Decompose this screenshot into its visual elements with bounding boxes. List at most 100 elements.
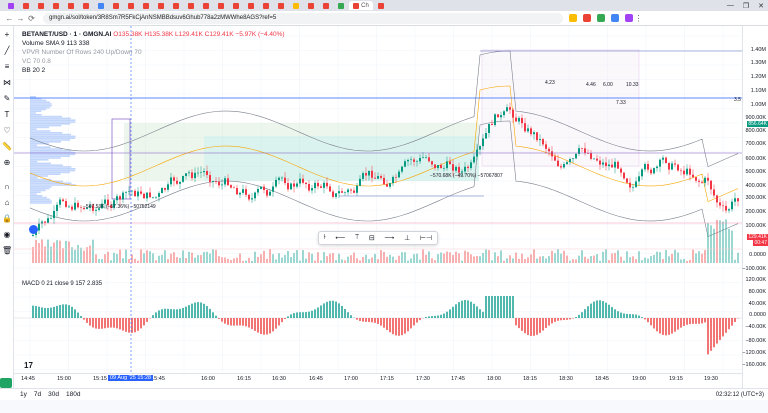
volume-bar [545,258,547,263]
maximize-button[interactable]: ❐ [743,2,749,10]
candle-body [362,173,364,179]
drawing-tool-icon[interactable]: ⊟ [369,234,375,242]
extension-icon[interactable] [611,14,619,22]
crosshair-icon[interactable]: + [2,30,12,40]
price-scale[interactable]: 1.40M 1.30M 1.20M 1.10M 1.00M 900.00K 800.00K 7… [742,26,768,388]
extension-icon[interactable] [569,14,577,22]
macd-bar [584,309,586,318]
clock-display[interactable]: 02:32:12 (UTC+3) [716,392,764,398]
macd-bar [503,296,505,318]
volume-bar [59,240,61,263]
browser-tab[interactable] [274,1,288,10]
profile-avatar[interactable] [625,14,633,22]
candle-body [32,234,34,236]
browser-tab[interactable] [4,1,18,10]
close-window-button[interactable]: ✕ [758,2,764,10]
range-7d[interactable]: 7d [34,391,41,398]
trend-line-icon[interactable]: ╱ [2,46,12,56]
url-input[interactable]: gmgn.ai/sol/token/3R8Sm7R5FkCjAnNSMBBdsu… [43,12,563,24]
browser-tab[interactable]: Ch [349,1,373,10]
drawing-tool-icon[interactable]: ⟙ [355,234,359,242]
reload-icon[interactable]: ⟳ [26,14,37,23]
extension-icon[interactable] [597,14,605,22]
volume-bar [467,251,469,263]
browser-tab[interactable] [169,1,183,10]
lock-drawings-icon[interactable]: ⌂ [2,198,12,208]
drawing-tool-icon[interactable]: ⟊ [324,234,326,242]
drawing-tool-icon[interactable]: ⟵ [335,234,345,242]
browser-tab[interactable] [109,1,123,10]
candle-body [422,157,424,158]
volume-bar [275,259,277,263]
menu-icon[interactable]: ⋮ [633,14,644,23]
browser-tab[interactable] [124,1,138,10]
drawing-tool-icon[interactable]: ⟶ [384,234,394,242]
vpvr-legend[interactable]: VPVR Number Of Rows 240 Up/Down 70 [22,48,285,57]
browser-tab[interactable] [139,1,153,10]
volume-bar [728,228,730,263]
fib-icon[interactable]: ≡ [2,62,12,72]
browser-tab[interactable] [19,1,33,10]
range-30d[interactable]: 30d [48,391,59,398]
candle-body [488,123,490,134]
volume-bar [581,250,583,263]
back-icon[interactable]: ← [4,14,15,23]
bb-legend[interactable]: BB 20 2 [22,66,285,75]
candle-body [725,205,727,211]
ruler-icon[interactable]: 📏 [2,142,12,152]
eye-icon[interactable]: ◉ [2,230,12,240]
minimize-button[interactable]: — [727,2,734,9]
candle-body [317,182,319,187]
browser-tab[interactable] [214,1,228,10]
browser-tab[interactable] [199,1,213,10]
drawing-tool-icon[interactable]: ⊢⊣ [420,234,432,242]
lock-icon[interactable]: 🔒 [2,214,12,224]
volume-bar [245,260,247,263]
volume-bar [683,258,685,263]
range-1y[interactable]: 1y [20,391,27,398]
volume-bar [509,255,511,263]
browser-tab[interactable] [79,1,93,10]
pattern-icon[interactable]: ⋈ [2,78,12,88]
range-180d[interactable]: 180d [66,391,80,398]
candle-body [722,205,724,207]
zoom-icon[interactable]: ⊕ [2,158,12,168]
browser-tab[interactable] [229,1,243,10]
browser-tab[interactable] [319,1,333,10]
brush-icon[interactable]: ✎ [2,94,12,104]
browser-tab[interactable] [304,1,318,10]
drawing-tool-icon[interactable]: ⊥ [404,234,410,242]
heart-icon[interactable]: ♡ [2,126,12,136]
extension-icon[interactable] [583,14,591,22]
browser-tab[interactable] [154,1,168,10]
volume-bar [428,251,430,263]
browser-tab[interactable] [334,1,348,10]
volume-bar [233,258,235,263]
browser-tab[interactable] [374,1,388,10]
vc-legend[interactable]: VC 70 0.8 [22,57,285,66]
browser-tab[interactable] [49,1,63,10]
symbol-title[interactable]: BETANET/USD · 1 · GMGN.AI [22,31,111,38]
status-badge[interactable] [0,378,12,388]
time-axis[interactable]: 14:45 15:00 15:15 15:45 16:00 16:15 16:30 16:45… [14,373,742,384]
volume-profile-bar [30,126,50,129]
tab-favicon-icon [293,2,299,9]
volume-legend[interactable]: Volume SMA 9 113 338 [22,39,285,48]
volume-bar [92,239,94,263]
volume-bar [308,252,310,263]
magnet-icon[interactable]: ∩ [2,182,12,192]
browser-tab[interactable] [184,1,198,10]
browser-tab[interactable] [34,1,48,10]
price-chart[interactable] [14,26,742,373]
browser-tab[interactable] [259,1,273,10]
forward-icon[interactable]: → [15,14,26,23]
candle-body [47,218,49,223]
browser-tab[interactable] [64,1,78,10]
browser-tab[interactable] [94,1,108,10]
text-icon[interactable]: T [2,110,12,120]
tradingview-logo[interactable]: 17 [24,361,33,370]
trash-icon[interactable]: 🗑 [2,246,12,256]
browser-tab[interactable] [244,1,258,10]
macd-legend[interactable]: MACD 0 21 close 9 157 2.835 [22,281,102,287]
browser-tab[interactable] [289,1,303,10]
